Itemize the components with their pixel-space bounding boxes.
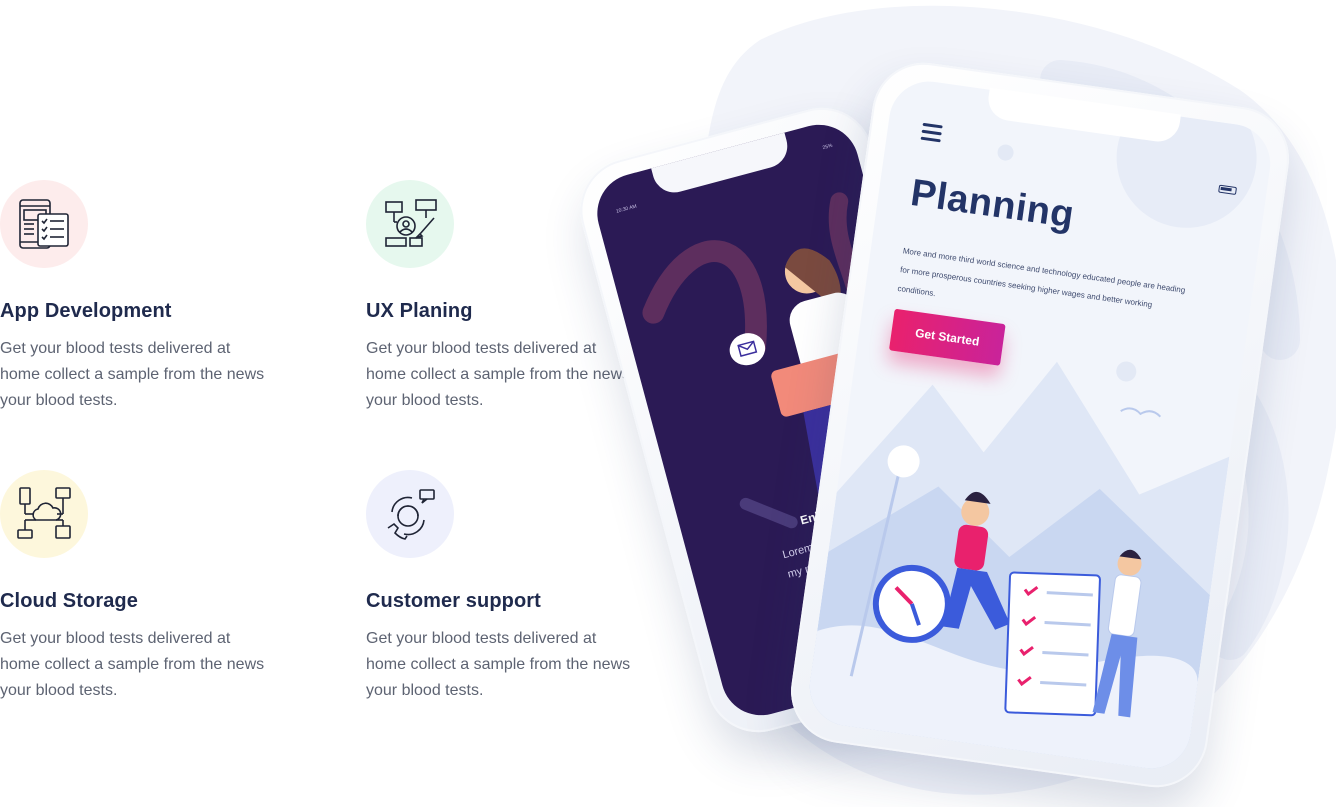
feature-title: App Development: [0, 300, 172, 322]
feature-customer-support: Customer support Get your blood tests de…: [366, 470, 666, 699]
feature-cloud-storage: Cloud Storage Get your blood tests deliv…: [0, 470, 300, 699]
feature-icon-circle: [366, 470, 454, 558]
feature-title: Cloud Storage: [0, 590, 138, 612]
feature-icon-circle: [0, 180, 88, 268]
feature-description: Get your blood tests delivered at home c…: [366, 340, 631, 409]
app-development-icon: [19, 199, 69, 249]
feature-description: Get your blood tests delivered at home c…: [366, 630, 631, 699]
feature-title: Customer support: [366, 590, 541, 612]
feature-icon-circle: [0, 470, 88, 558]
customer-support-icon: [387, 489, 435, 540]
ux-planning-icon: [385, 199, 437, 247]
cloud-storage-icon: [17, 487, 71, 539]
feature-title: UX Planing: [366, 300, 473, 322]
feature-description: Get your blood tests delivered at home c…: [0, 630, 265, 699]
feature-icon-circle: [366, 180, 454, 268]
feature-app-development: App Development Get your blood tests del…: [0, 180, 300, 409]
feature-description: Get your blood tests delivered at home c…: [0, 340, 265, 409]
menu-icon[interactable]: [920, 122, 943, 147]
